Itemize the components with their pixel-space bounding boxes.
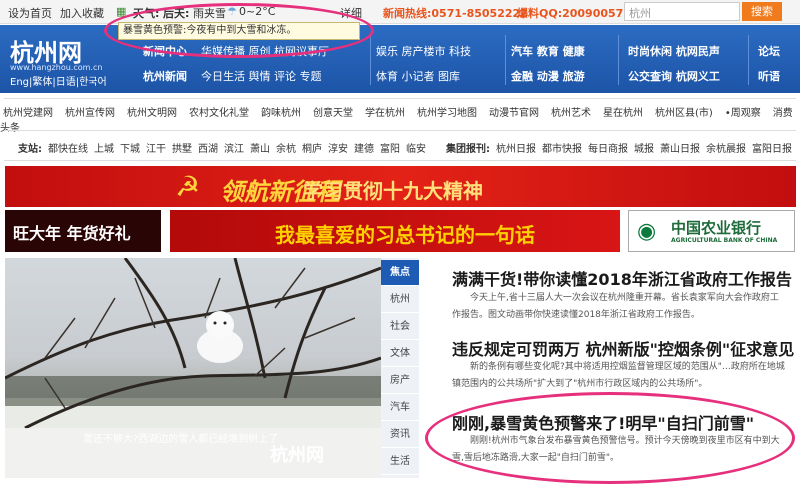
- category-tabs: 焦点 杭州 社会 文体 房产 汽车 资讯 生活: [381, 258, 419, 478]
- newyear-goods-ad[interactable]: 旺大年 年货好礼: [5, 210, 161, 252]
- xi-quote-ad[interactable]: 我最喜爱的习总书记的一句话: [170, 210, 620, 252]
- links-row-branches: 支站: 都快在线 上城 下城 江干 拱墅 西湖 滨江 萧山 余杭 桐庐 淳安 建德 富阳 临安 集团报刊: 杭州…: [0, 140, 800, 158]
- search-button[interactable]: 搜索: [742, 2, 782, 21]
- divider: [4, 130, 796, 131]
- photo-watermark: 杭州网: [270, 445, 324, 466]
- nav-col-auto[interactable]: 汽车 教育 健康 金融 动漫 旅游: [511, 39, 585, 89]
- branch-link[interactable]: 淳安: [328, 144, 348, 155]
- nav-col-fashion[interactable]: 时尚休闲 杭网民声 公交查询 杭网义工: [628, 39, 720, 89]
- branch-link[interactable]: 江干: [146, 144, 166, 155]
- tab-3[interactable]: 文体: [381, 341, 419, 367]
- party-congress-banner[interactable]: ☭ 领航新征程 学习贯彻十九大精神: [5, 166, 796, 207]
- news-title-2[interactable]: 违反规定可罚两万 杭州新版"控烟条例"征求意见: [452, 336, 794, 360]
- branch-link[interactable]: 上城: [94, 144, 114, 155]
- branch-link[interactable]: 富阳: [380, 144, 400, 155]
- language-links[interactable]: Eng|繁体|日语|한국어: [10, 73, 107, 88]
- tab-4[interactable]: 房产: [381, 368, 419, 394]
- bookmark-link[interactable]: 加入收藏: [60, 5, 104, 21]
- partner-link[interactable]: 杭州区县(市): [655, 108, 713, 119]
- tab-5[interactable]: 汽车: [381, 395, 419, 421]
- partner-link[interactable]: 农村文化礼堂: [189, 108, 249, 119]
- newspaper-link[interactable]: 余杭晨报: [706, 144, 746, 155]
- branch-link[interactable]: 都快在线: [48, 144, 88, 155]
- nav-col-forum[interactable]: 论坛 听语: [758, 39, 780, 89]
- partner-link[interactable]: 动漫节官网: [489, 108, 539, 119]
- tab-6[interactable]: 资讯: [381, 422, 419, 448]
- highlight-circle: [425, 392, 795, 484]
- partner-link[interactable]: 学在杭州: [365, 108, 405, 119]
- newspaper-link[interactable]: 都市快报: [542, 144, 582, 155]
- photo-caption[interactable]: 雪还不够大?西湖边的雪人都已经堆到树上了: [5, 430, 381, 450]
- divider: [4, 160, 796, 161]
- branch-link[interactable]: 萧山: [250, 144, 270, 155]
- partner-link[interactable]: 杭州文明网: [127, 108, 177, 119]
- nav-divider: [618, 35, 619, 85]
- partner-link[interactable]: 创意天堂: [313, 108, 353, 119]
- newspaper-link[interactable]: 杭州日报: [496, 144, 536, 155]
- partner-link[interactable]: 杭州宣传网: [65, 108, 115, 119]
- news-title-1[interactable]: 满满干货!带你读懂2018年浙江省政府工作报告: [452, 266, 792, 290]
- tab-2[interactable]: 社会: [381, 314, 419, 340]
- news-summary-2: 新的条例有哪些变化呢?其中将适用控烟监督管理区域的范围从"…政府所在地城镇范围内…: [452, 362, 785, 389]
- logo-url: www.hangzhou.com.cn: [10, 63, 103, 72]
- tab-0[interactable]: 焦点: [381, 260, 419, 286]
- newspaper-link[interactable]: 萧山日报: [660, 144, 700, 155]
- tip-qq: 爆料QQ:200900571: [517, 7, 631, 20]
- partner-link[interactable]: •周观察: [725, 108, 761, 119]
- links-row-partners: 杭州党建网 杭州宣传网 杭州文明网 农村文化礼堂 韵味杭州 创意天堂 学在杭州 杭州学习地图 动…: [0, 104, 800, 134]
- news-summary-1: 今天上午,省十三届人大一次会议在杭州隆重开幕。省长袁家军向大会作政府工作报告。图…: [452, 293, 779, 320]
- partner-link[interactable]: 星在杭州: [603, 108, 643, 119]
- divider: [4, 98, 796, 99]
- banner-subtitle: 学习贯彻十九大精神: [303, 179, 483, 203]
- weather-warning-tooltip: 暴雪黄色预警:今夜有中到大雪和冰冻。: [118, 22, 360, 40]
- set-home-link[interactable]: 设为首页: [8, 5, 52, 21]
- branch-link[interactable]: 余杭: [276, 144, 296, 155]
- partner-link[interactable]: 杭州党建网: [3, 108, 53, 119]
- nav-divider: [370, 35, 371, 85]
- nav-col-ent[interactable]: 娱乐 房产楼市 科技 体育 小记者 图库: [376, 39, 471, 89]
- branch-link[interactable]: 桐庐: [302, 144, 322, 155]
- bank-logo-icon: ◉: [637, 219, 657, 244]
- branch-link[interactable]: 西湖: [198, 144, 218, 155]
- abc-bank-ad[interactable]: ◉ 中国农业银行 AGRICULTURAL BANK OF CHINA: [628, 210, 795, 252]
- branch-link[interactable]: 拱墅: [172, 144, 192, 155]
- branch-link[interactable]: 建德: [354, 144, 374, 155]
- partner-link[interactable]: 杭州艺术: [551, 108, 591, 119]
- newspaper-link[interactable]: 每日商报: [588, 144, 628, 155]
- nav-divider: [748, 35, 749, 85]
- tab-1[interactable]: 杭州: [381, 287, 419, 313]
- partner-link[interactable]: 韵味杭州: [261, 108, 301, 119]
- hammer-sickle-icon: ☭: [175, 170, 201, 203]
- search-input[interactable]: 杭州: [624, 2, 740, 21]
- partner-link[interactable]: 杭州学习地图: [417, 108, 477, 119]
- newspaper-label: 集团报刊:: [446, 144, 490, 155]
- news-hotline: 新闻热线:0571-85052222: [383, 7, 528, 20]
- newspaper-link[interactable]: 富阳日报: [752, 144, 792, 155]
- branch-link[interactable]: 滨江: [224, 144, 244, 155]
- nav-divider: [505, 35, 506, 85]
- newspaper-link[interactable]: 城报: [634, 144, 654, 155]
- tab-7[interactable]: 生活: [381, 449, 419, 475]
- branch-link[interactable]: 临安: [406, 144, 426, 155]
- branch-link[interactable]: 下城: [120, 144, 140, 155]
- branch-label: 支站:: [18, 144, 42, 155]
